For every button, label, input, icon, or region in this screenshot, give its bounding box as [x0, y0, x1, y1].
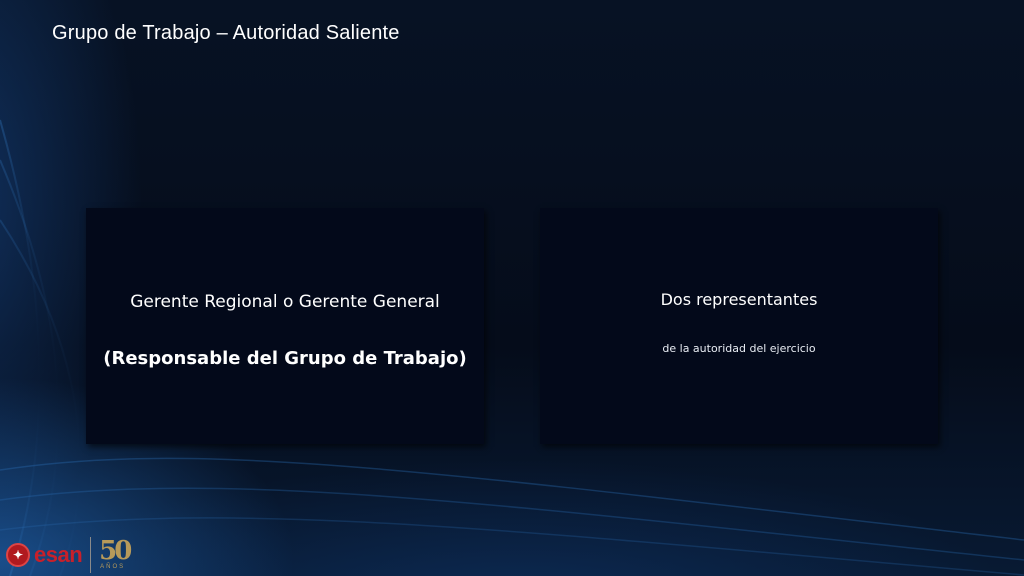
responsible-card: Gerente Regional o Gerente General (Resp…	[86, 208, 484, 444]
esan-brand-text: esan	[34, 542, 83, 567]
responsible-role-text: Gerente Regional o Gerente General	[130, 292, 440, 312]
slide: Grupo de Trabajo – Autoridad Saliente Ge…	[0, 0, 1024, 576]
slide-title: Grupo de Trabajo – Autoridad Saliente	[52, 22, 400, 44]
responsible-label-text: (Responsable del Grupo de Trabajo)	[103, 348, 467, 369]
esan-seal-icon: ✦	[6, 543, 30, 567]
logo-divider	[90, 537, 92, 573]
anniversary-badge-icon: 50 AÑOS	[99, 536, 133, 574]
anniversary-label: AÑOS	[100, 564, 126, 570]
representatives-card: Dos representantes de la autoridad del e…	[540, 208, 938, 444]
representatives-title-text: Dos representantes	[660, 290, 818, 309]
footer-logo: ✦ esan 50 AÑOS	[6, 536, 133, 573]
anniversary-number: 50	[99, 536, 132, 566]
representatives-subtitle-text: de la autoridad del ejercicio	[662, 342, 816, 355]
